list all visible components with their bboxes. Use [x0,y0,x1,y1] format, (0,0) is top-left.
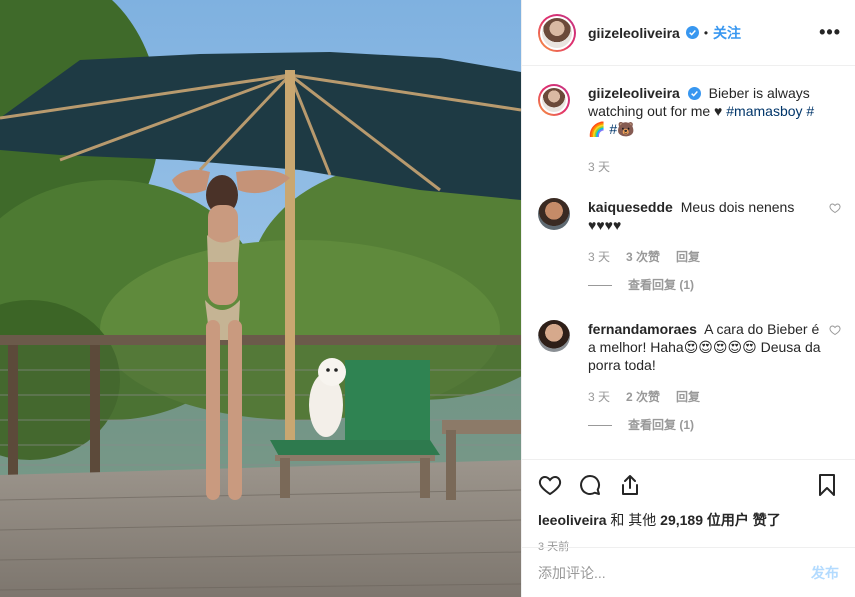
caption-avatar[interactable] [538,84,570,116]
view-replies-label: 查看回复 (1) [628,418,695,432]
separator-dot: • [703,25,709,40]
reply-button[interactable]: 回复 [676,388,700,406]
replies-divider [588,284,612,286]
comment-item: kaiquesedde Meus dois nenens ♥♥♥♥ 3 天 3 … [538,198,841,294]
post-comment-button[interactable]: 发布 [811,563,839,583]
hashtag-link[interactable]: #mamasboy [726,103,802,119]
comment-likes-count[interactable]: 3 次赞 [626,248,660,266]
commenter-avatar[interactable] [538,320,570,352]
post-actions: leeoliveira 和 其他 29,189 位用户 赞了 3 天前 [522,459,855,553]
comment-item: fernandamoraes A cara do Bieber é a melh… [538,320,841,434]
view-replies-button[interactable]: 查看回复 (1) [588,416,821,434]
likes-suffix[interactable]: 位用户 赞了 [707,512,781,528]
post-photo[interactable] [0,0,521,597]
view-replies-label: 查看回复 (1) [628,278,695,292]
reply-button[interactable]: 回复 [676,248,700,266]
comment-timestamp: 3 天 [588,250,611,264]
author-avatar[interactable] [538,13,576,52]
caption-timestamp: 3 天 [588,160,611,174]
commenter-avatar[interactable] [538,198,570,230]
action-icons [538,472,839,498]
add-comment-bar: 发布 [522,547,855,597]
liker-username[interactable]: leeoliveira [538,512,607,528]
comment-timestamp: 3 天 [588,390,611,404]
caption: giizeleoliveira Bieber is always watchin… [538,84,841,176]
comment-input[interactable] [538,564,811,581]
bookmark-icon[interactable] [815,473,839,497]
photo-scene [0,0,521,597]
heart-icon[interactable] [829,202,841,214]
caption-username[interactable]: giizeleoliveira [588,85,680,101]
more-options-button[interactable]: ••• [819,22,841,43]
comments-list[interactable]: giizeleoliveira Bieber is always watchin… [522,66,855,459]
heart-icon[interactable] [829,324,841,336]
post-side-panel: giizeleoliveira • 关注 ••• giizeleoliveira [521,0,855,597]
comment-icon[interactable] [578,473,602,497]
author-username[interactable]: giizeleoliveira [588,25,680,41]
comment-likes-count[interactable]: 2 次赞 [626,388,660,406]
post-header: giizeleoliveira • 关注 ••• [522,0,855,66]
follow-button[interactable]: 关注 [713,23,741,43]
verified-badge-icon [687,87,701,100]
heart-icon[interactable] [538,473,562,497]
hashtag-link[interactable]: 🌈 #🐻 [588,120,841,138]
hashtag-link[interactable]: # [806,103,814,119]
likes-summary: leeoliveira 和 其他 29,189 位用户 赞了 [538,510,839,530]
likes-joiner: 和 其他 [610,512,657,528]
commenter-username[interactable]: fernandamoraes [588,321,697,337]
likes-count[interactable]: 29,189 [660,512,703,528]
share-icon[interactable] [618,473,642,497]
commenter-username[interactable]: kaiquesedde [588,199,673,215]
replies-divider [588,424,612,426]
instagram-post: giizeleoliveira • 关注 ••• giizeleoliveira [0,0,855,597]
view-replies-button[interactable]: 查看回复 (1) [588,276,821,294]
verified-badge-icon [685,26,699,39]
comment-meta: 3 天 2 次赞 回复 [588,388,821,406]
comment-meta: 3 天 3 次赞 回复 [588,248,821,266]
